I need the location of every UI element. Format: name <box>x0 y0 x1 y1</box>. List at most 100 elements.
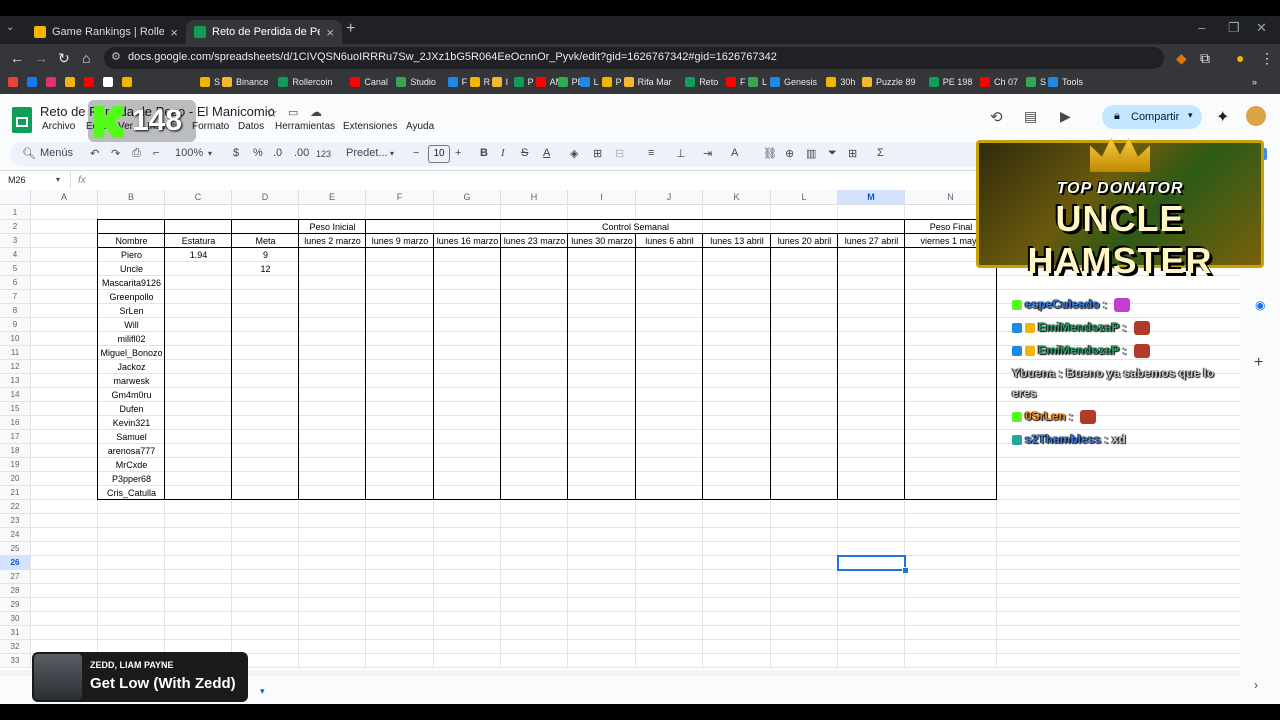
participant-name[interactable]: milifl02 <box>98 332 165 346</box>
text-color-icon[interactable]: A <box>543 147 550 159</box>
row-header[interactable]: 4 <box>0 248 31 262</box>
bookmark-item[interactable]: R <box>469 77 490 87</box>
add-addon-icon[interactable]: + <box>1254 354 1263 372</box>
row-header[interactable]: 29 <box>0 598 31 612</box>
selected-cell[interactable] <box>837 555 906 571</box>
participant-goal[interactable] <box>232 416 299 430</box>
participant-goal[interactable] <box>232 332 299 346</box>
participant-goal[interactable] <box>232 458 299 472</box>
menu-herramientas[interactable]: Herramientas <box>275 121 335 132</box>
row-header[interactable]: 14 <box>0 388 31 402</box>
column-header-e[interactable]: E <box>299 190 366 204</box>
column-title[interactable]: lunes 2 marzo <box>299 234 366 248</box>
column-header-a[interactable]: A <box>31 190 98 204</box>
participant-name[interactable]: Dufen <box>98 402 165 416</box>
participant-height[interactable] <box>165 290 232 304</box>
participant-goal[interactable] <box>232 444 299 458</box>
participant-name[interactable]: Cris_Catulla <box>98 486 165 500</box>
participant-goal[interactable] <box>232 318 299 332</box>
participant-height[interactable] <box>165 444 232 458</box>
row-header[interactable]: 19 <box>0 458 31 472</box>
bookmark-item[interactable]: Canal <box>350 77 388 87</box>
chevron-down-icon[interactable]: ▾ <box>1188 110 1193 121</box>
zoom-select[interactable]: 100% <box>175 147 203 159</box>
participant-goal[interactable] <box>232 360 299 374</box>
comment-icon[interactable]: ⊕ <box>785 147 794 160</box>
gemini-icon[interactable]: ✦ <box>1216 107 1229 127</box>
participant-name[interactable]: Greenpollo <box>98 290 165 304</box>
row-header[interactable]: 15 <box>0 402 31 416</box>
participant-goal[interactable] <box>232 276 299 290</box>
column-header-f[interactable]: F <box>366 190 434 204</box>
font-size-input[interactable]: 10 <box>428 145 450 163</box>
extension-icon[interactable]: ◆ <box>1176 50 1187 67</box>
row-header[interactable]: 33 <box>0 654 31 668</box>
bookmark-icon[interactable] <box>84 77 98 87</box>
participant-goal[interactable]: 9 <box>232 248 299 262</box>
row-header[interactable]: 28 <box>0 584 31 598</box>
share-button[interactable]: 🔒︎ Compartir ▾ <box>1102 105 1202 129</box>
tab-search-icon[interactable]: ⌄ <box>6 22 14 33</box>
bookmark-icon[interactable] <box>103 77 117 87</box>
row-header[interactable]: 24 <box>0 528 31 542</box>
bold-icon[interactable]: B <box>480 147 488 159</box>
maps-icon[interactable]: ◉ <box>1255 298 1265 312</box>
column-header-c[interactable]: C <box>165 190 232 204</box>
participant-goal[interactable] <box>232 486 299 500</box>
filter-icon[interactable]: ⏷ <box>828 147 837 160</box>
decrease-decimal[interactable]: .0 <box>273 147 282 159</box>
column-title[interactable]: lunes 13 abril <box>703 234 771 248</box>
bookmark-item[interactable]: Puzzle 89 <box>862 77 916 87</box>
tab-sheet[interactable]: Reto de Perdida de Peso - El M × <box>186 20 342 44</box>
more-bookmarks-icon[interactable]: » <box>1252 77 1257 87</box>
font-select[interactable]: Predet... <box>346 147 388 159</box>
close-window-icon[interactable]: ✕ <box>1256 20 1267 36</box>
link-icon[interactable]: ⛓ <box>763 147 777 160</box>
forward-icon[interactable]: → <box>34 50 48 66</box>
row-header[interactable]: 20 <box>0 472 31 486</box>
participant-goal[interactable] <box>232 388 299 402</box>
comments-icon[interactable]: ▤ <box>1024 108 1037 125</box>
row-header[interactable]: 21 <box>0 486 31 500</box>
bookmark-item[interactable]: Rifa Mar <box>623 77 672 87</box>
participant-name[interactable]: MrCxde <box>98 458 165 472</box>
row-header[interactable]: 32 <box>0 640 31 654</box>
participant-name[interactable]: Will <box>98 318 165 332</box>
menu-datos[interactable]: Datos <box>238 121 264 132</box>
row-header[interactable]: 18 <box>0 444 31 458</box>
column-title[interactable]: lunes 16 marzo <box>434 234 501 248</box>
extensions-puzzle-icon[interactable]: ⧉ <box>1200 50 1210 67</box>
participant-name[interactable]: Uncle <box>98 262 165 276</box>
bookmark-item[interactable]: Genesis <box>770 77 817 87</box>
participant-goal[interactable] <box>232 430 299 444</box>
column-title[interactable]: lunes 20 abril <box>771 234 838 248</box>
participant-height[interactable] <box>165 458 232 472</box>
bookmark-item[interactable]: F <box>726 77 746 87</box>
participant-name[interactable]: Miguel_Bonozo <box>98 346 165 360</box>
column-header-b[interactable]: B <box>98 190 165 204</box>
select-all-corner[interactable] <box>0 190 31 204</box>
participant-height[interactable] <box>165 332 232 346</box>
participant-height[interactable] <box>165 416 232 430</box>
bookmark-item[interactable]: I <box>491 77 508 87</box>
participant-name[interactable]: SrLen <box>98 304 165 318</box>
participant-height[interactable] <box>165 318 232 332</box>
row-header[interactable]: 6 <box>0 276 31 290</box>
font-size-increase[interactable]: + <box>455 147 461 159</box>
row-header[interactable]: 23 <box>0 514 31 528</box>
bookmark-item[interactable]: PE 198 <box>928 77 972 87</box>
bookmark-item[interactable]: Ch 07 <box>980 77 1018 87</box>
row-header[interactable]: 22 <box>0 500 31 514</box>
participant-goal[interactable] <box>232 346 299 360</box>
name-box[interactable]: M26 <box>8 175 26 185</box>
header-peso-inicial[interactable]: Peso Inicial <box>299 220 366 234</box>
column-header-i[interactable]: I <box>568 190 636 204</box>
column-header-m[interactable]: M <box>838 190 905 204</box>
participant-height[interactable] <box>165 486 232 500</box>
row-header[interactable]: 3 <box>0 234 31 248</box>
borders-icon[interactable]: ⊞ <box>593 147 602 160</box>
bookmark-item[interactable]: Reto <box>685 77 718 87</box>
number-format[interactable]: 123 <box>316 149 331 159</box>
undo-icon[interactable]: ↶ <box>90 147 99 160</box>
explore-icon[interactable]: › <box>1254 678 1258 692</box>
